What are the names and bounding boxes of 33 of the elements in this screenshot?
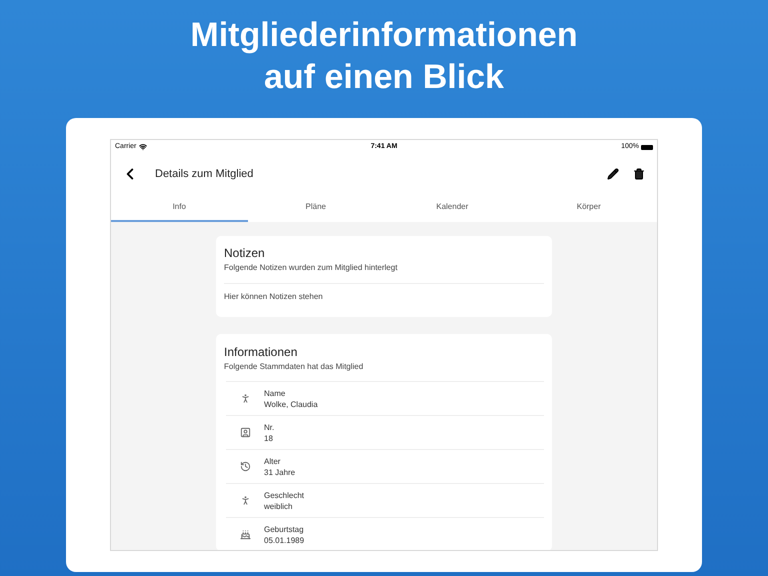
trash-icon (633, 168, 645, 180)
id-card-icon (240, 427, 250, 438)
cake-icon (240, 529, 250, 540)
tab[interactable]: Körper (520, 194, 657, 222)
field-label: Alter (264, 456, 282, 466)
pencil-icon (607, 168, 619, 180)
headline: auf einen Blick (264, 57, 504, 98)
card-title: Informationen (224, 344, 298, 361)
card-title: Notizen (224, 245, 266, 262)
delete-button[interactable] (633, 168, 645, 180)
tab[interactable]: Kalender (384, 194, 520, 222)
notes-text: Hier können Notizen stehen (224, 291, 324, 303)
field-label: Geburtstag (264, 524, 304, 534)
field-label: Nr. (264, 422, 274, 432)
field-value: 18 (264, 432, 274, 444)
card-subtitle: Folgende Stammdaten hat das Mitglied (224, 361, 364, 373)
tab[interactable]: Info (111, 194, 248, 222)
field-value: 31 Jahre (264, 466, 296, 478)
toolbar-title: Details zum Mitglied (155, 166, 254, 182)
battery-icon (641, 144, 653, 150)
history-icon (240, 461, 250, 472)
tab[interactable]: Pläne (248, 194, 384, 222)
person-icon (240, 495, 250, 506)
field-label: Name (264, 388, 286, 398)
field-label: Geschlecht (264, 490, 304, 500)
card-subtitle: Folgende Notizen wurden zum Mitglied hinterlegt (224, 262, 398, 274)
person-icon (240, 393, 250, 404)
field-value: weiblich (264, 500, 294, 512)
wifi-icon (139, 143, 148, 151)
headline: Mitgliederinformationen (190, 15, 578, 56)
field-value: Wolke, Claudia (264, 398, 318, 410)
field-value: 05.01.1989 (264, 534, 304, 546)
edit-button[interactable] (607, 168, 619, 180)
